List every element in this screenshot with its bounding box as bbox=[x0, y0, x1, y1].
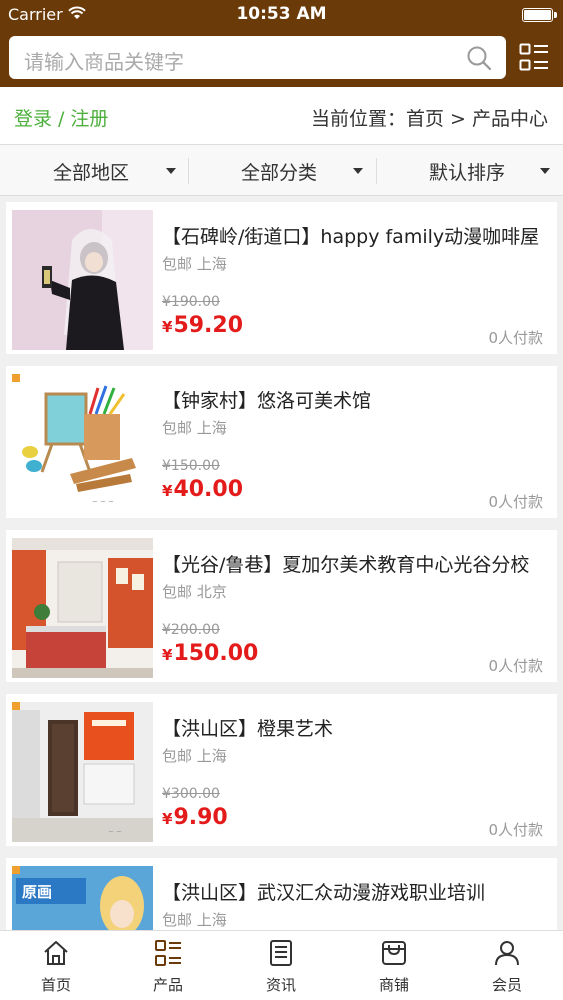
product-title[interactable]: 【钟家村】悠洛可美术馆 bbox=[162, 386, 552, 413]
document-icon bbox=[270, 940, 292, 966]
product-shipping: 包邮 北京 bbox=[162, 583, 227, 601]
search-icon[interactable] bbox=[466, 45, 492, 71]
product-card[interactable]: 【石碑岭/街道口】happy family动漫咖啡屋 包邮 上海 ¥190.00… bbox=[6, 202, 557, 354]
original-price: ¥300.00 bbox=[162, 786, 220, 802]
product-photo-cosplay bbox=[12, 210, 153, 350]
original-price: ¥150.00 bbox=[162, 458, 220, 474]
currency-symbol: ¥ bbox=[162, 646, 173, 664]
status-bar: Carrier 10:53 AM bbox=[0, 0, 563, 30]
product-title[interactable]: 【洪山区】武汉汇众动漫游戏职业培训 bbox=[162, 878, 552, 905]
app-header: Carrier 10:53 AM 请输入商品关键字 bbox=[0, 0, 563, 87]
person-icon bbox=[495, 941, 519, 966]
sale-price: ¥40.00 bbox=[162, 477, 243, 502]
filter-category-label: 全部分类 bbox=[241, 162, 318, 184]
product-photo-classroom bbox=[12, 538, 153, 678]
filter-region-label: 全部地区 bbox=[53, 162, 130, 184]
product-title[interactable]: 【洪山区】橙果艺术 bbox=[162, 714, 552, 741]
svg-text:~ ~: ~ ~ bbox=[108, 828, 122, 836]
sale-price-value: 59.20 bbox=[173, 313, 244, 338]
breadcrumb-arrow: > bbox=[450, 108, 466, 130]
login-register: 登录 / 注册 bbox=[14, 104, 108, 131]
product-shipping: 包邮 上海 bbox=[162, 255, 227, 273]
breadcrumb-current: 产品中心 bbox=[471, 108, 548, 130]
grid-menu-icon[interactable] bbox=[519, 43, 549, 71]
product-photo-anime-banner: 原画 bbox=[12, 866, 153, 930]
product-card[interactable]: 原画 【洪山区】武汉汇众动漫游戏职业培训 包邮 上海 bbox=[6, 858, 557, 930]
product-shipping: 包邮 上海 bbox=[162, 419, 227, 437]
product-title[interactable]: 【石碑岭/街道口】happy family动漫咖啡屋 bbox=[162, 222, 552, 249]
tab-member-label: 会员 bbox=[491, 976, 522, 994]
product-image: 原画 bbox=[12, 866, 153, 930]
filter-category[interactable]: 全部分类 bbox=[189, 145, 376, 197]
product-image bbox=[12, 210, 153, 350]
grid-list-icon bbox=[155, 940, 181, 966]
breadcrumb-bar: 登录 / 注册 当前位置：首页 > 产品中心 bbox=[0, 87, 563, 144]
currency-symbol: ¥ bbox=[162, 318, 173, 336]
original-price: ¥190.00 bbox=[162, 294, 220, 310]
product-title[interactable]: 【光谷/鲁巷】夏加尔美术教育中心光谷分校 bbox=[162, 550, 552, 577]
chevron-down-icon bbox=[353, 168, 363, 174]
currency-symbol: ¥ bbox=[162, 810, 173, 828]
product-photo-art-supplies: ~ ~ ~ bbox=[12, 374, 153, 514]
sale-price: ¥150.00 bbox=[162, 641, 258, 666]
search-input[interactable]: 请输入商品关键字 bbox=[9, 36, 506, 79]
tab-home[interactable]: 首页 bbox=[0, 931, 112, 1000]
login-separator: / bbox=[58, 108, 65, 130]
sale-price-value: 9.90 bbox=[173, 805, 228, 830]
paid-count: 0人付款 bbox=[488, 329, 543, 347]
tab-products[interactable]: 产品 bbox=[112, 931, 224, 1000]
breadcrumb: 当前位置：首页 > 产品中心 bbox=[311, 104, 548, 131]
battery-icon bbox=[522, 8, 557, 22]
product-shipping: 包邮 上海 bbox=[162, 747, 227, 765]
login-link[interactable]: 登录 bbox=[14, 108, 52, 130]
home-icon bbox=[44, 941, 68, 965]
product-image: ~ ~ bbox=[12, 702, 153, 842]
chevron-down-icon bbox=[166, 168, 176, 174]
tab-shops[interactable]: 商铺 bbox=[338, 931, 450, 1000]
original-price: ¥200.00 bbox=[162, 622, 220, 638]
product-image: ~ ~ ~ bbox=[12, 374, 153, 514]
sale-price: ¥59.20 bbox=[162, 313, 243, 338]
paid-count: 0人付款 bbox=[488, 493, 543, 511]
register-link[interactable]: 注册 bbox=[70, 108, 108, 130]
location-label: 当前位置： bbox=[310, 108, 406, 130]
tab-news[interactable]: 资讯 bbox=[225, 931, 337, 1000]
status-time: 10:53 AM bbox=[236, 4, 327, 24]
tab-home-label: 首页 bbox=[40, 976, 71, 994]
product-card[interactable]: ~ ~ ~ 【钟家村】悠洛可美术馆 包邮 上海 ¥150.00 ¥40.00 0… bbox=[6, 366, 557, 518]
svg-text:~ ~ ~: ~ ~ ~ bbox=[92, 498, 114, 506]
paid-count: 0人付款 bbox=[488, 657, 543, 675]
sale-price-value: 40.00 bbox=[173, 477, 244, 502]
breadcrumb-home[interactable]: 首页 bbox=[406, 108, 444, 130]
chevron-down-icon bbox=[540, 168, 550, 174]
product-photo-studio: ~ ~ bbox=[12, 702, 153, 842]
tab-shops-label: 商铺 bbox=[378, 976, 409, 994]
filter-region[interactable]: 全部地区 bbox=[0, 145, 188, 197]
sale-price: ¥9.90 bbox=[162, 805, 228, 830]
store-icon bbox=[382, 941, 406, 965]
product-shipping: 包邮 上海 bbox=[162, 911, 227, 929]
currency-symbol: ¥ bbox=[162, 482, 173, 500]
product-card[interactable]: ~ ~ 【洪山区】橙果艺术 包邮 上海 ¥300.00 ¥9.90 0人付款 bbox=[6, 694, 557, 846]
product-card[interactable]: 【光谷/鲁巷】夏加尔美术教育中心光谷分校 包邮 北京 ¥200.00 ¥150.… bbox=[6, 530, 557, 682]
filter-sort-label: 默认排序 bbox=[429, 162, 506, 184]
product-image bbox=[12, 538, 153, 678]
paid-count: 0人付款 bbox=[488, 821, 543, 839]
filter-bar: 全部地区 全部分类 默认排序 bbox=[0, 144, 563, 196]
search-placeholder: 请输入商品关键字 bbox=[24, 50, 184, 74]
tab-products-label: 产品 bbox=[152, 976, 183, 994]
sale-price-value: 150.00 bbox=[173, 641, 259, 666]
filter-sort[interactable]: 默认排序 bbox=[377, 145, 563, 197]
tab-member[interactable]: 会员 bbox=[451, 931, 563, 1000]
tab-news-label: 资讯 bbox=[265, 976, 296, 994]
svg-text:原画: 原画 bbox=[22, 883, 52, 901]
product-list: 【石碑岭/街道口】happy family动漫咖啡屋 包邮 上海 ¥190.00… bbox=[0, 196, 563, 930]
bottom-tab-bar: 首页 产品 资讯 商铺 会员 bbox=[0, 930, 563, 1000]
